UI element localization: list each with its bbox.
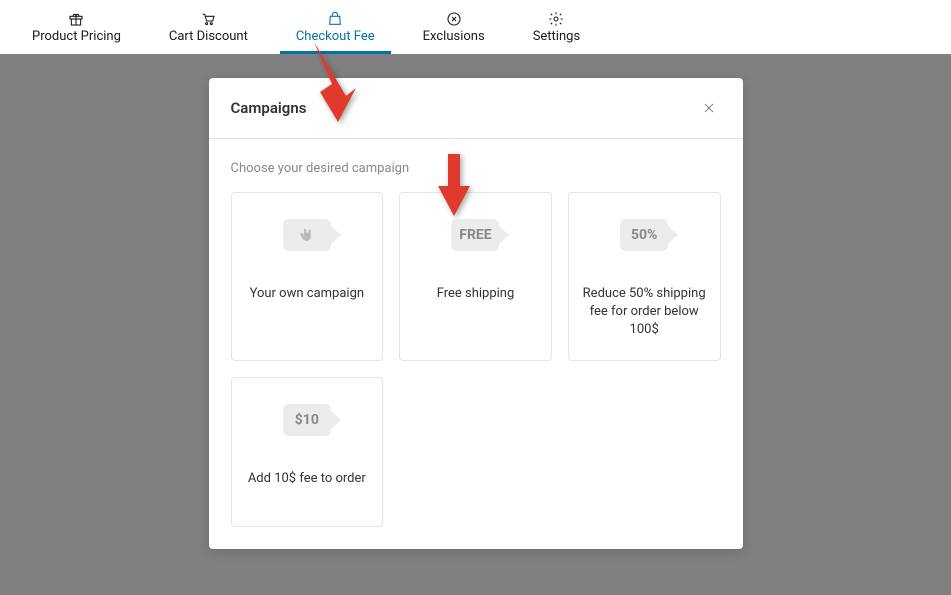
close-button[interactable] xyxy=(697,96,721,120)
gift-icon xyxy=(68,11,84,27)
modal-title: Campaigns xyxy=(231,99,307,117)
campaign-label: Free shipping xyxy=(437,285,515,303)
campaigns-modal: Campaigns Choose your desired campaign Y… xyxy=(209,78,743,549)
close-icon xyxy=(702,101,716,115)
modal-subtitle: Choose your desired campaign xyxy=(231,161,721,176)
tab-checkout-fee[interactable]: Checkout Fee xyxy=(280,0,391,54)
modal-overlay: Campaigns Choose your desired campaign Y… xyxy=(0,54,951,595)
campaign-label: Your own campaign xyxy=(250,285,364,303)
cart-icon xyxy=(200,11,216,27)
campaign-card-add-fee[interactable]: $10 Add 10$ fee to order xyxy=(231,377,384,527)
campaign-label: Reduce 50% shipping fee for order below … xyxy=(581,285,708,340)
campaign-card-reduce-shipping[interactable]: 50% Reduce 50% shipping fee for order be… xyxy=(568,192,721,361)
hand-icon xyxy=(298,226,316,244)
badge-text: $10 xyxy=(295,412,319,428)
price-badge-icon: $10 xyxy=(279,404,335,436)
campaign-card-custom[interactable]: Your own campaign xyxy=(231,192,384,361)
gear-icon xyxy=(548,11,564,27)
modal-body: Choose your desired campaign Your own ca… xyxy=(209,139,743,549)
tab-label: Settings xyxy=(533,29,580,44)
campaign-grid: Your own campaign FREE Free shipping 50%… xyxy=(231,192,721,527)
tab-exclusions[interactable]: Exclusions xyxy=(407,0,501,54)
bag-icon xyxy=(327,11,343,27)
campaign-label: Add 10$ fee to order xyxy=(248,470,366,488)
badge-text: FREE xyxy=(459,227,491,243)
badge-text: 50% xyxy=(631,227,657,243)
tab-product-pricing[interactable]: Product Pricing xyxy=(16,0,137,54)
tab-label: Product Pricing xyxy=(32,29,121,44)
campaign-card-free-shipping[interactable]: FREE Free shipping xyxy=(399,192,552,361)
hand-badge-icon xyxy=(279,219,335,251)
percent-badge-icon: 50% xyxy=(616,219,672,251)
tab-label: Checkout Fee xyxy=(296,29,375,44)
tab-label: Exclusions xyxy=(423,29,485,44)
tab-label: Cart Discount xyxy=(169,29,248,44)
top-tabs: Product Pricing Cart Discount Checkout F… xyxy=(0,0,951,54)
close-circle-icon xyxy=(446,11,462,27)
tab-cart-discount[interactable]: Cart Discount xyxy=(153,0,264,54)
modal-header: Campaigns xyxy=(209,78,743,139)
free-badge-icon: FREE xyxy=(447,219,503,251)
tab-settings[interactable]: Settings xyxy=(517,0,596,54)
